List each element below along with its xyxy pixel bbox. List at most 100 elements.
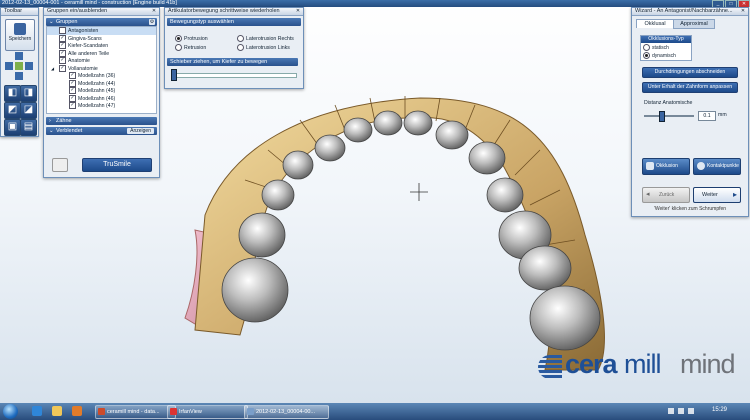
tree-item[interactable]: ✓ Anatomie: [47, 57, 156, 65]
logo-stripes-icon: [538, 355, 562, 379]
view-top-button[interactable]: ▣: [4, 119, 21, 136]
ceramill-mind-logo: cera mill mind: [538, 347, 743, 383]
view-bottom-button[interactable]: ▤: [20, 119, 37, 136]
occlusion-type-header: Okklusions-Typ: [641, 36, 691, 43]
back-arrow-icon: ◂: [646, 191, 650, 198]
tree-item[interactable]: ✓ Modellzahn (45): [47, 87, 156, 95]
checkbox[interactable]: ✓: [59, 34, 66, 42]
tree-item[interactable]: ◢ ✓ Vollanatomie: [47, 64, 156, 73]
start-button[interactable]: [3, 404, 18, 419]
checkbox[interactable]: ✓: [59, 42, 66, 49]
occlusion-button[interactable]: Okklusion: [642, 158, 690, 175]
tree-item[interactable]: Antagonisten: [47, 27, 156, 35]
back-button[interactable]: ◂ Zurück: [642, 187, 690, 203]
tree-item[interactable]: ✓ Kiefer-Scandaten: [47, 42, 156, 50]
distance-slider-thumb[interactable]: [659, 111, 665, 122]
tree-item[interactable]: ✓ Modellzahn (36): [47, 72, 156, 80]
window-title-bar: 2012-02-13_00004-001 - ceramill mind - c…: [0, 0, 750, 7]
tree-item[interactable]: ✓ Modellzahn (46): [47, 94, 156, 103]
settings-icon[interactable]: ⚙: [149, 19, 155, 25]
logo-text-mind: mind: [680, 349, 736, 379]
checkbox[interactable]: ✓: [59, 57, 66, 64]
checkbox[interactable]: ✓: [69, 94, 76, 102]
radio-off-icon: [237, 35, 244, 42]
clock[interactable]: 15:29: [712, 407, 727, 413]
option-laterotrusion-left[interactable]: Laterotrusion Links: [237, 44, 290, 51]
taskbar-item-file[interactable]: 2012-02-13_00004-00...: [244, 405, 329, 419]
jaw-slider-track[interactable]: [171, 73, 297, 78]
tree-item[interactable]: ✓ Alle anderen Teile: [47, 49, 156, 58]
adapt-keep-shape-button[interactable]: Unter Erhalt der Zahnform anpassen: [642, 82, 738, 93]
tree-item[interactable]: ✓ Modellzahn (44): [47, 79, 156, 88]
articulator-title: Artikulatorbewegung schrittweise wiederh…: [168, 8, 280, 14]
tree-item-label: Modellzahn (44): [78, 80, 116, 87]
next-arrow-icon: ▸: [732, 190, 737, 199]
logo-text-mill: mill: [624, 349, 661, 379]
save-button[interactable]: Speichern: [5, 19, 35, 51]
network-icon[interactable]: [678, 408, 684, 414]
option-dynamic[interactable]: dynamisch: [643, 52, 689, 59]
taskbar: ceramill mind - data... IrfanView 2012-0…: [0, 403, 750, 420]
checkbox[interactable]: ✓: [59, 49, 66, 57]
close-icon[interactable]: ✕: [151, 8, 157, 14]
checkbox[interactable]: ✓: [59, 64, 66, 72]
view-cube-icon[interactable]: [5, 52, 33, 80]
view-front-button[interactable]: ◧: [4, 85, 21, 102]
option-retrusion[interactable]: Retrusion: [175, 44, 206, 51]
tree-item-label: Modellzahn (46): [78, 95, 116, 102]
checkbox[interactable]: ✓: [69, 79, 76, 87]
checkbox[interactable]: [59, 27, 66, 34]
radio-off-icon: [643, 44, 650, 51]
close-icon[interactable]: ✕: [740, 8, 746, 14]
save-label: Speichern: [8, 36, 32, 42]
tree-item[interactable]: ✓ Gingiva-Scans: [47, 34, 156, 43]
view-left-button[interactable]: ◩: [4, 102, 21, 119]
distance-input[interactable]: 0.1: [698, 111, 716, 121]
jaw-slider-thumb[interactable]: [171, 69, 177, 81]
contact-points-button[interactable]: Kontaktpunkte: [693, 158, 741, 175]
close-button[interactable]: ✕: [738, 0, 750, 7]
groups-section-header[interactable]: ⌄ Gruppen ⚙: [46, 18, 157, 26]
close-icon[interactable]: ✕: [295, 8, 301, 14]
crown-47: [221, 257, 289, 323]
veneer-section-header[interactable]: ⌄ Verblendet Anzeigen: [46, 127, 157, 135]
flag-icon[interactable]: [668, 408, 674, 414]
crosshair-cursor: [410, 183, 428, 201]
taskbar-item-irfanview[interactable]: IrfanView: [167, 405, 248, 419]
option-protrusion[interactable]: Protrusion: [175, 35, 208, 42]
folder-icon[interactable]: [52, 406, 62, 416]
teeth-section-header[interactable]: › Zähne: [46, 117, 157, 125]
articulator-panel: Artikulatorbewegung schrittweise wiederh…: [164, 7, 304, 89]
distance-slider-track[interactable]: [644, 115, 694, 117]
next-button[interactable]: Weiter ▸: [693, 187, 741, 203]
radio-on-icon: [175, 35, 182, 42]
tab-approximal[interactable]: Approximal: [673, 19, 715, 29]
veneer-show-button[interactable]: Anzeigen: [127, 128, 154, 134]
tab-occlusal[interactable]: Okklusal: [636, 19, 674, 28]
occlusion-type-group: Okklusions-Typ statisch dynamisch: [640, 35, 692, 61]
view-right-button[interactable]: ◪: [20, 102, 37, 119]
tree-item[interactable]: ✓ Modellzahn (47): [47, 102, 156, 110]
expand-icon[interactable]: ◢: [51, 65, 54, 73]
volume-icon[interactable]: [688, 408, 694, 414]
tree-item-label: Vollanatomie: [68, 65, 98, 72]
taskbar-item-ceramill[interactable]: ceramill mind - data...: [95, 405, 176, 419]
chevron-right-icon: ›: [49, 118, 51, 124]
window-title: 2012-02-13_00004-001 - ceramill mind - c…: [2, 0, 177, 6]
checkbox[interactable]: ✓: [69, 102, 76, 109]
slider-section-header: Schieber ziehen, um Kiefer zu bewegen: [167, 58, 298, 66]
tree-item-label: Kiefer-Scandaten: [68, 42, 109, 49]
checkbox[interactable]: ✓: [69, 87, 76, 94]
option-static[interactable]: statisch: [643, 44, 689, 51]
media-icon[interactable]: [72, 406, 82, 416]
checkbox[interactable]: ✓: [69, 72, 76, 79]
view-back-button[interactable]: ◨: [20, 85, 37, 102]
trusmile-button[interactable]: TruSmile: [82, 158, 152, 172]
tree-item-label: Alle anderen Teile: [68, 50, 110, 57]
maximize-button[interactable]: □: [725, 0, 737, 7]
ie-icon[interactable]: [32, 406, 42, 416]
option-laterotrusion-right[interactable]: Laterotrusion Rechts: [237, 35, 294, 42]
cut-penetrations-button[interactable]: Durchdringungen abschneiden: [642, 67, 738, 78]
tree-item-label: Gingiva-Scans: [68, 35, 102, 42]
minimize-button[interactable]: _: [712, 0, 724, 7]
